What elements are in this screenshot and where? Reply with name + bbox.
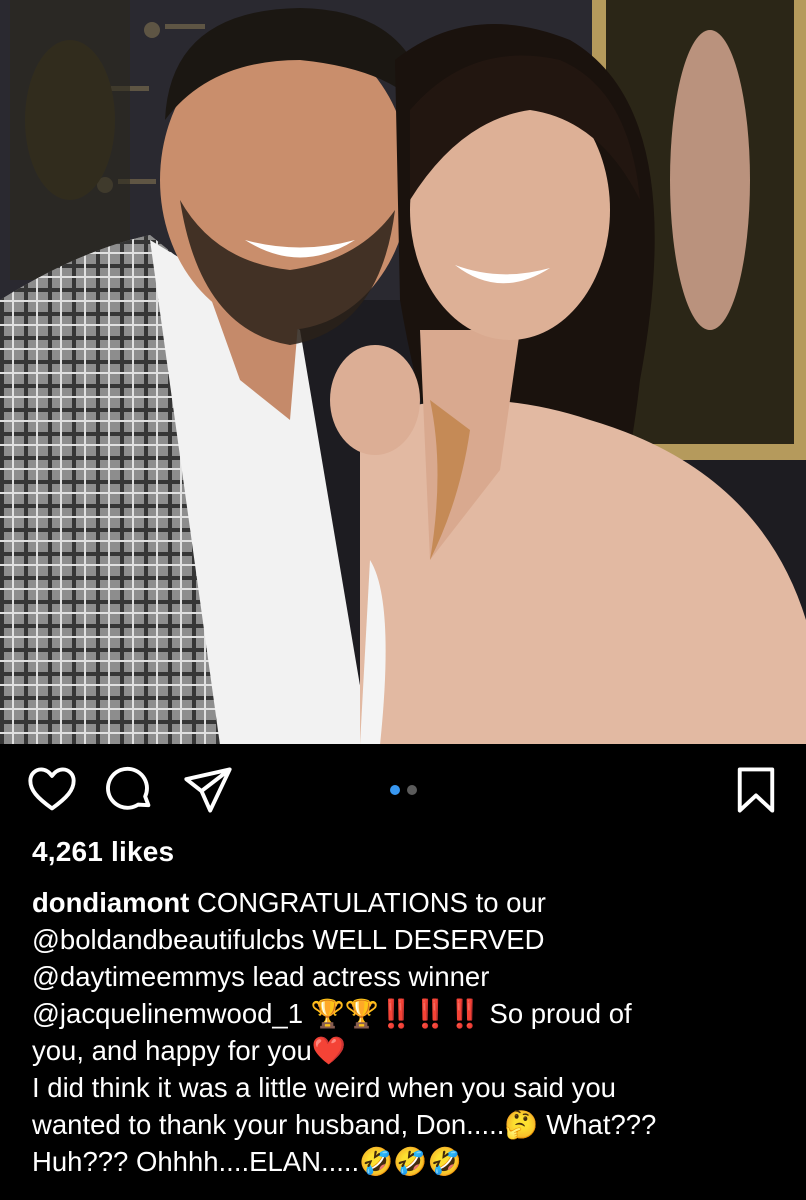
carousel-dot-active	[390, 785, 400, 795]
caption-line: Huh??? Ohhhh....ELAN.....🤣🤣🤣	[32, 1146, 462, 1177]
username-link[interactable]: dondiamont	[32, 887, 189, 918]
caption-text: CONGRATULATIONS to our	[196, 887, 546, 918]
caption-line: dondiamont CONGRATULATIONS to our	[32, 884, 782, 921]
bookmark-icon[interactable]	[730, 764, 782, 816]
caption-line: @boldandbeautifulcbs WELL DESERVED	[32, 924, 545, 955]
caption-line: I did think it was a little weird when y…	[32, 1072, 616, 1103]
carousel-indicator	[390, 785, 417, 795]
selfie-illustration	[0, 0, 806, 744]
caption-line: @daytimeemmys lead actress winner	[32, 961, 490, 992]
paper-plane-icon[interactable]	[182, 764, 234, 816]
comment-icon[interactable]	[104, 764, 156, 816]
instagram-post: 4,261 likes dondiamont CONGRATULATIONS t…	[0, 0, 806, 1200]
caption-line: you, and happy for you❤️	[32, 1035, 347, 1066]
post-caption: dondiamont CONGRATULATIONS to our @bolda…	[32, 884, 782, 1180]
caption-line: @jacquelinemwood_1 🏆🏆‼️‼️‼️ So proud of	[32, 998, 632, 1029]
carousel-dot	[407, 785, 417, 795]
heart-icon[interactable]	[26, 764, 78, 816]
likes-count[interactable]: 4,261 likes	[32, 836, 174, 868]
caption-line: wanted to thank your husband, Don.....🤔 …	[32, 1109, 657, 1140]
post-photo[interactable]	[0, 0, 806, 744]
